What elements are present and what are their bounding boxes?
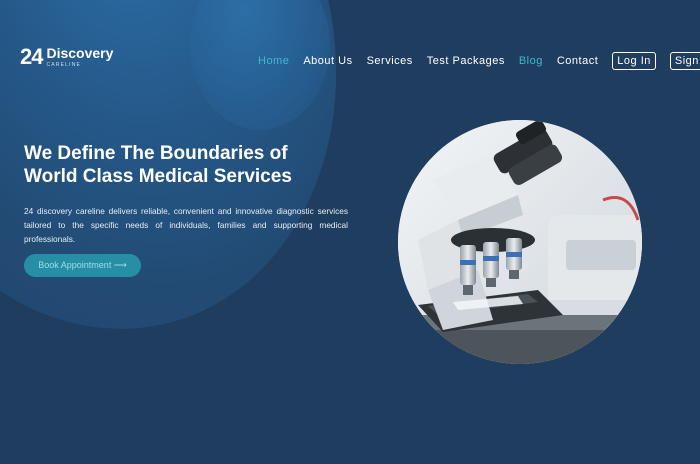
hero-description: 24 discovery careline delivers reliable,… [24, 206, 348, 244]
login-button[interactable]: Log In [612, 52, 656, 70]
logo-name: Discovery [46, 45, 114, 61]
nav-test-packages[interactable]: Test Packages [427, 55, 505, 67]
signup-button[interactable]: Sign Up [669, 52, 700, 70]
nav-services[interactable]: Services [367, 55, 413, 67]
microscope-photo [398, 120, 642, 364]
logo-mark: 24 [20, 44, 44, 69]
main-nav: Home About Us Services Test Packages Blo… [258, 52, 700, 70]
microscope-illustration [398, 120, 642, 364]
hero-section: We Define The Boundaries of World Class … [24, 142, 354, 246]
book-appointment-button[interactable]: Book Appointment ⟶ [24, 254, 141, 277]
nav-home[interactable]: Home [258, 55, 289, 67]
site-header: 24 Discovery CARELINE Home About Us Serv… [0, 0, 700, 110]
nav-blog[interactable]: Blog [519, 55, 543, 67]
hero-title-line2: World Class Medical Services [24, 166, 292, 187]
hero-title-line1: We Define The Boundaries of [24, 143, 288, 164]
hero-title: We Define The Boundaries of World Class … [24, 142, 354, 188]
logo-text: Discovery CARELINE [46, 45, 114, 69]
logo-tagline: CARELINE [46, 62, 82, 68]
nav-about-us[interactable]: About Us [303, 55, 352, 67]
brand-logo[interactable]: 24 Discovery CARELINE [20, 44, 114, 69]
nav-contact[interactable]: Contact [557, 55, 598, 67]
